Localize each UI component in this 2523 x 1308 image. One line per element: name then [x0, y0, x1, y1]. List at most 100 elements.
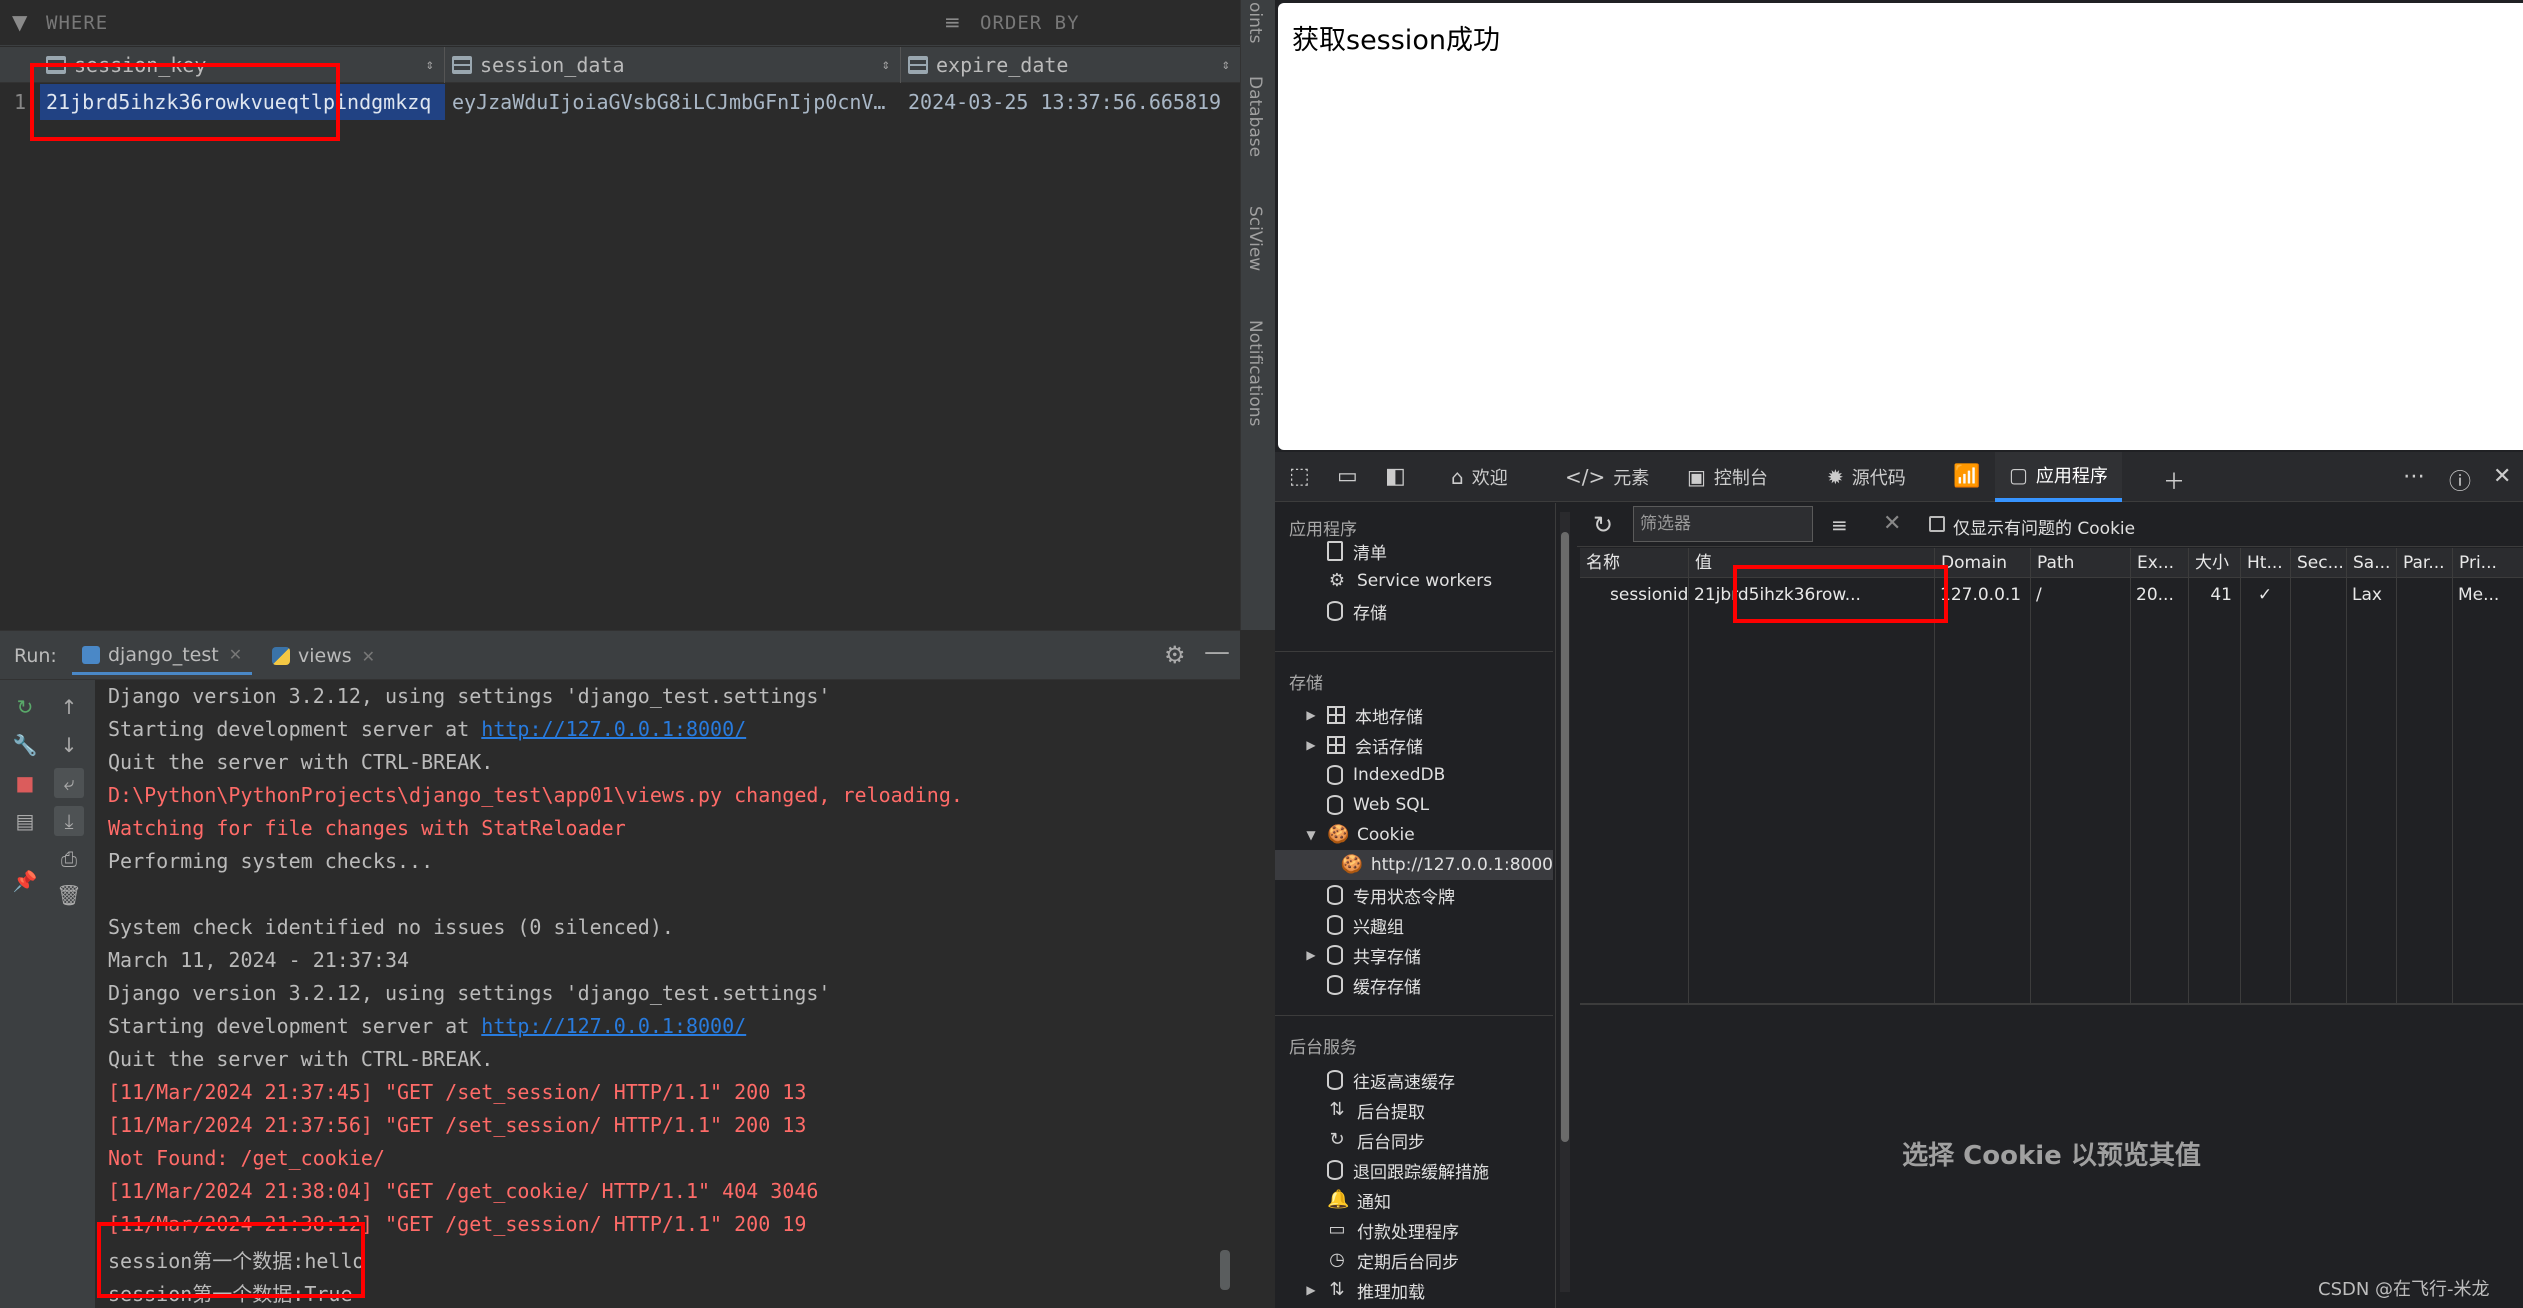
sidebar-item[interactable]: ⇅ 后台提取 [1275, 1095, 1553, 1125]
server-link[interactable]: http://127.0.0.1:8000/ [481, 1014, 746, 1038]
expand-arrow-icon[interactable]: ▶ [1303, 1283, 1319, 1297]
soft-wrap-icon[interactable]: ⤶ [54, 768, 84, 798]
sort-icon[interactable]: ⇕ [882, 57, 890, 73]
cookie-column-header[interactable]: Pri... [2452, 548, 2523, 578]
sidebar-item[interactable]: ⚙ Service workers [1275, 566, 1553, 596]
cookie-column-header[interactable]: Path [2030, 548, 2130, 578]
sidebar-item[interactable]: ▶ 会话存储 [1275, 730, 1553, 760]
add-tab-icon[interactable]: ＋ [2163, 464, 2185, 496]
filter-input[interactable]: 筛选器 [1633, 506, 1813, 542]
cookie-column-header[interactable]: Par... [2396, 548, 2452, 578]
sidebar-item[interactable]: IndexedDB [1275, 760, 1553, 790]
cookie-cell[interactable]: Lax [2346, 579, 2396, 611]
wrench-icon[interactable]: 🔧 [10, 730, 40, 760]
column-header-session-data[interactable]: session_data ⇕ [446, 47, 901, 83]
cookie-column-header[interactable]: 名称 [1580, 548, 1688, 578]
sidebar-item[interactable]: 清单 [1275, 536, 1553, 566]
cookie-cell[interactable]: Me... [2452, 579, 2523, 611]
cookie-column-header[interactable]: 大小 [2188, 548, 2240, 578]
cookie-cell[interactable]: ✓ [2240, 579, 2290, 611]
rerun-icon[interactable]: ↻ [10, 692, 40, 722]
cell-session-data[interactable]: eyJzaWduIjoiaGVsbG8iLCJmbGFnIjp0cnV… [452, 84, 897, 120]
sidebar-item[interactable]: 🔔 通知 [1275, 1185, 1553, 1215]
tab-console[interactable]: ▣ 控制台 [1687, 452, 1768, 502]
more-icon[interactable]: ⋯ [2403, 464, 2425, 489]
sidebar-item[interactable]: 往返高速缓存 [1275, 1065, 1553, 1095]
tab-elements[interactable]: </> 元素 [1565, 452, 1649, 502]
close-devtools-icon[interactable]: ✕ [2493, 464, 2511, 489]
refresh-icon[interactable]: ↻ [1593, 511, 1613, 539]
device-toolbar-icon[interactable]: ▭ [1337, 464, 1358, 489]
server-link[interactable]: http://127.0.0.1:8000/ [481, 717, 746, 741]
sidebar-item[interactable]: 缓存存储 [1275, 970, 1553, 1000]
column-header-expire-date[interactable]: expire_date ⇕ [902, 47, 1240, 83]
dock-icon[interactable]: ◧ [1385, 464, 1406, 489]
cookie-cell[interactable] [2290, 579, 2346, 611]
minimize-icon[interactable]: — [1204, 637, 1230, 667]
cookie-cell[interactable] [2396, 579, 2452, 611]
cookie-cell[interactable]: 20... [2130, 579, 2188, 611]
sidebar-item[interactable]: Web SQL [1275, 790, 1553, 820]
gear-icon[interactable]: ⚙ [1164, 641, 1186, 669]
run-tab-django-test[interactable]: django_test ✕ [72, 637, 253, 675]
sidebar-item[interactable]: ▶ 本地存储 [1275, 700, 1553, 730]
expand-arrow-icon[interactable]: ▼ [1303, 828, 1319, 842]
expand-arrow-icon[interactable]: ▶ [1303, 708, 1319, 722]
sidebar-item[interactable]: 存储 [1275, 596, 1553, 626]
cookie-column-header[interactable]: Ex... [2130, 548, 2188, 578]
close-icon[interactable]: ✕ [362, 647, 375, 666]
run-tab-views[interactable]: views ✕ [262, 637, 385, 675]
console-output[interactable]: Django version 3.2.12, using settings 'd… [95, 680, 1225, 1308]
cookie-column-header[interactable]: Domain [1934, 548, 2030, 578]
sidebar-scrollbar[interactable] [1560, 512, 1570, 1292]
tab-sources[interactable]: ✹ 源代码 [1827, 452, 1906, 502]
cookie-cell[interactable]: 127.0.0.1 [1934, 579, 2030, 611]
preview-divider[interactable] [1580, 1003, 2523, 1005]
delete-icon[interactable]: ✕ [1883, 511, 1901, 536]
scroll-to-end-icon[interactable]: ⤓ [54, 806, 84, 836]
pin-icon[interactable]: 📌 [10, 866, 40, 896]
inspect-icon[interactable]: ⬚ [1289, 464, 1310, 489]
network-icon[interactable]: 📶 [1953, 464, 1980, 489]
clear-filter-icon[interactable]: ≡ [1831, 513, 1848, 537]
tab-application[interactable]: ▢ 应用程序 [1995, 452, 2122, 502]
sidebar-item[interactable]: ▶ ⇅ 推理加载 [1275, 1275, 1553, 1305]
sidebar-item[interactable]: 专用状态令牌 [1275, 880, 1553, 910]
console-scrollbar[interactable] [1220, 1250, 1230, 1290]
side-tab-database[interactable]: Database [1245, 76, 1265, 157]
sidebar-item[interactable]: 兴趣组 [1275, 910, 1553, 940]
layout-icon[interactable]: ▤ [10, 806, 40, 836]
cookie-column-header[interactable]: Sec... [2290, 548, 2346, 578]
expand-arrow-icon[interactable]: ▶ [1303, 948, 1319, 962]
stop-icon[interactable]: ■ [10, 768, 40, 798]
cookie-cell[interactable]: / [2030, 579, 2130, 611]
sidebar-item[interactable]: 退回跟踪缓解措施 [1275, 1155, 1553, 1185]
cell-expire-date[interactable]: 2024-03-25 13:37:56.665819 [908, 84, 1238, 120]
cookie-column-header[interactable]: Sa... [2346, 548, 2396, 578]
expand-arrow-icon[interactable]: ▶ [1303, 738, 1319, 752]
up-arrow-icon[interactable]: ↑ [54, 692, 84, 722]
cookie-cell[interactable]: sessionid [1580, 579, 1688, 611]
print-icon[interactable]: ⎙ [54, 844, 84, 874]
order-by-label[interactable]: ORDER BY [980, 12, 1080, 34]
side-tab-sciview[interactable]: SciView [1245, 206, 1265, 271]
sidebar-item[interactable]: 🍪 http://127.0.0.1:8000 [1275, 850, 1553, 880]
sort-icon[interactable]: ⇕ [426, 57, 434, 73]
cookie-cell[interactable]: 41 [2188, 579, 2240, 611]
where-label[interactable]: WHERE [46, 12, 108, 34]
order-icon[interactable]: ≡ [944, 10, 961, 34]
side-tab-endpoints[interactable]: oints [1245, 2, 1265, 43]
sidebar-item[interactable]: ▼ 🍪 Cookie [1275, 820, 1553, 850]
side-tab-notifications[interactable]: Notifications [1245, 320, 1265, 426]
close-icon[interactable]: ✕ [229, 645, 242, 664]
cookie-column-header[interactable]: Ht... [2240, 548, 2290, 578]
sidebar-item[interactable]: ◷ 定期后台同步 [1275, 1245, 1553, 1275]
down-arrow-icon[interactable]: ↓ [54, 730, 84, 760]
scrollbar-thumb[interactable] [1561, 532, 1569, 1142]
table-row[interactable]: sessionid 21jbrd5ihzk36row... 127.0.0.1/20… [1580, 579, 2523, 611]
sort-icon[interactable]: ⇕ [1222, 57, 1230, 73]
sidebar-item[interactable]: ↻ 后台同步 [1275, 1125, 1553, 1155]
only-issues-checkbox[interactable] [1929, 516, 1945, 532]
filter-icon[interactable]: ▼ [12, 10, 27, 34]
trash-icon[interactable]: 🗑 [54, 880, 84, 910]
